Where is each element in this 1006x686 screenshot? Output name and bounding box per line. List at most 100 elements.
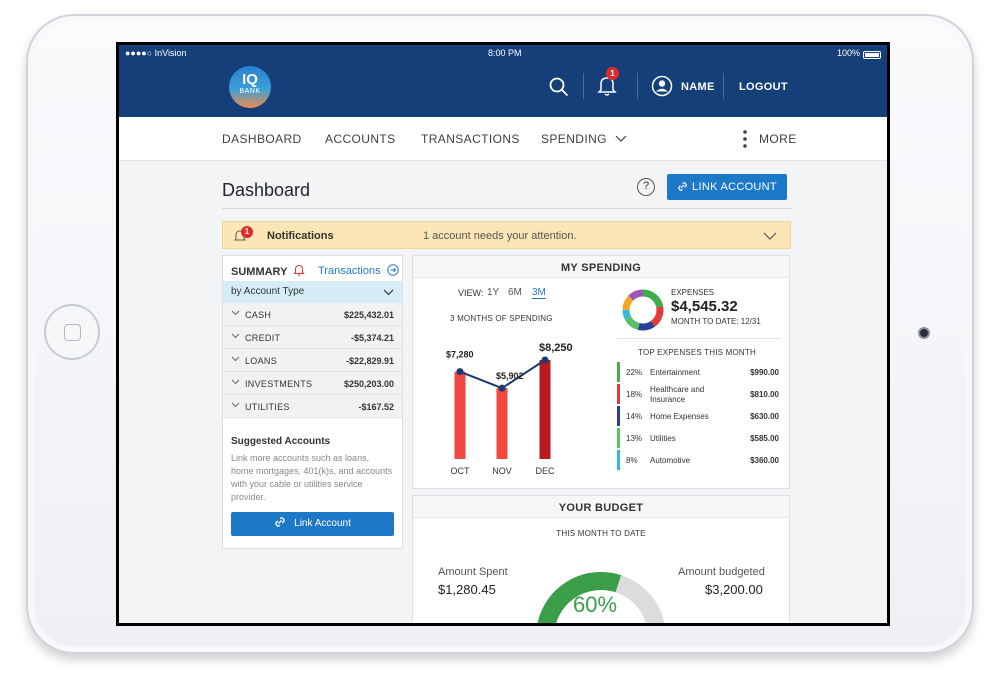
help-icon[interactable]: ? xyxy=(637,178,655,196)
expense-category-row[interactable]: 8% Automotive $360.00 xyxy=(617,450,783,470)
account-name: CREDIT xyxy=(245,333,281,343)
expenses-label: EXPENSES xyxy=(671,288,715,297)
arrow-right-circle-icon xyxy=(386,264,399,276)
spending-point-nov xyxy=(498,384,506,392)
category-name: Home Expenses xyxy=(650,412,709,421)
category-color-bar xyxy=(617,428,620,448)
spending-point-dec xyxy=(541,356,549,364)
account-type-label: by Account Type xyxy=(231,286,305,297)
clock: 8:00 PM xyxy=(488,48,522,58)
category-amount: $990.00 xyxy=(750,368,779,377)
category-color-bar xyxy=(617,450,620,470)
screen: ●●●●○ InVision 8:00 PM 100% IQ BANK 1 NA… xyxy=(116,42,890,626)
category-name: Entertainment xyxy=(650,368,700,377)
link-icon xyxy=(275,517,285,527)
home-button[interactable] xyxy=(44,304,100,360)
summary-title: SUMMARY xyxy=(231,264,306,278)
link-icon xyxy=(678,182,687,191)
bank-logo[interactable]: IQ BANK xyxy=(229,66,271,108)
spending-month-label: OCT xyxy=(451,466,471,476)
account-name: LOANS xyxy=(245,356,278,366)
account-name: CASH xyxy=(245,310,272,320)
account-name: UTILITIES xyxy=(245,402,290,412)
account-row-cash[interactable]: CASH $225,432.01 xyxy=(223,303,402,326)
account-row-credit[interactable]: CREDIT -$5,374.21 xyxy=(223,326,402,349)
chevron-down-icon xyxy=(231,333,240,339)
spending-bar-oct[interactable] xyxy=(454,371,466,459)
summary-panel: SUMMARY Transactions by Account Type CAS… xyxy=(222,255,403,549)
category-percent: 8% xyxy=(626,456,638,465)
account-row-investments[interactable]: INVESTMENTS $250,203.00 xyxy=(223,372,402,395)
category-amount: $810.00 xyxy=(750,390,779,399)
spending-point-oct xyxy=(456,368,464,376)
spending-divider xyxy=(617,338,781,339)
spending-month-label: NOV xyxy=(492,466,512,476)
nav-transactions[interactable]: TRANSACTIONS xyxy=(421,132,520,146)
link-account-secondary-label: Link Account xyxy=(294,518,351,529)
chevron-down-icon xyxy=(615,135,627,142)
nav-more[interactable]: MORE xyxy=(759,132,797,146)
bell-alert-icon[interactable] xyxy=(293,264,306,276)
search-icon[interactable] xyxy=(549,77,569,97)
account-row-loans[interactable]: LOANS -$22,829.91 xyxy=(223,349,402,372)
suggested-accounts-text: Link more accounts such as loans, home m… xyxy=(231,453,393,502)
nav-spending[interactable]: SPENDING xyxy=(541,132,627,146)
account-balance: $250,203.00 xyxy=(343,379,394,389)
spending-value-label: $7,280 xyxy=(446,350,474,360)
page-title: Dashboard xyxy=(222,180,311,200)
link-account-secondary-button[interactable]: Link Account xyxy=(231,512,394,536)
suggested-accounts-title: Suggested Accounts xyxy=(231,436,331,447)
expenses-donut-icon xyxy=(622,289,664,331)
link-account-button[interactable]: LINK ACCOUNT xyxy=(667,174,787,200)
user-avatar-icon[interactable] xyxy=(651,75,673,97)
header-divider xyxy=(637,73,638,99)
amount-budgeted-value: $3,200.00 xyxy=(705,582,763,597)
link-account-label: LINK ACCOUNT xyxy=(692,181,777,193)
expense-category-row[interactable]: 22% Entertainment $990.00 xyxy=(617,362,783,382)
expense-category-row[interactable]: 14% Home Expenses $630.00 xyxy=(617,406,783,426)
nav-dashboard[interactable]: DASHBOARD xyxy=(222,132,302,146)
category-name: Automotive xyxy=(650,456,691,465)
account-balance: -$167.52 xyxy=(358,402,394,412)
top-bar: IQ BANK 1 NAME LOGOUT xyxy=(119,61,887,117)
account-balance: $225,432.01 xyxy=(343,310,394,320)
logo-text-bank: BANK xyxy=(239,88,261,95)
battery-icon xyxy=(863,51,882,59)
amount-spent-value: $1,280.45 xyxy=(438,582,496,597)
notifications-count-badge: 1 xyxy=(241,226,253,238)
account-row-utilities[interactable]: UTILITIES -$167.52 xyxy=(223,395,402,418)
your-budget-card: YOUR BUDGET THIS MONTH TO DATE Amount Sp… xyxy=(412,495,790,623)
chevron-down-icon[interactable] xyxy=(763,232,777,240)
account-type-selector[interactable]: by Account Type xyxy=(223,281,402,303)
category-percent: 14% xyxy=(626,412,643,421)
category-amount: $360.00 xyxy=(750,456,779,465)
chevron-down-icon xyxy=(231,379,240,385)
amount-spent-label: Amount Spent xyxy=(438,566,508,578)
spending-bar-dec[interactable] xyxy=(539,360,551,459)
spending-value-label: $8,250 xyxy=(539,342,573,354)
battery-percent: 100% xyxy=(837,48,861,58)
nav-accounts[interactable]: ACCOUNTS xyxy=(325,132,396,146)
category-name: Healthcare and Insurance xyxy=(650,385,705,404)
logout-link[interactable]: LOGOUT xyxy=(739,81,788,93)
account-balance: -$5,374.21 xyxy=(350,333,394,343)
user-name[interactable]: NAME xyxy=(681,81,715,93)
expenses-total: $4,545.32 xyxy=(671,298,738,315)
carrier-label: ●●●●○ InVision xyxy=(125,48,187,58)
category-amount: $630.00 xyxy=(750,412,779,421)
expense-category-row[interactable]: 13% Utilities $585.00 xyxy=(617,428,783,448)
more-vertical-icon[interactable] xyxy=(743,130,747,148)
title-divider xyxy=(222,208,791,209)
app-viewport: ●●●●○ InVision 8:00 PM 100% IQ BANK 1 NA… xyxy=(119,45,887,623)
category-name: Utilities xyxy=(650,434,676,443)
transactions-link[interactable]: Transactions xyxy=(318,264,399,277)
expense-category-row[interactable]: 18% Healthcare and Insurance $810.00 xyxy=(617,384,783,404)
notifications-bar[interactable]: 1 Notifications 1 account needs your att… xyxy=(222,221,791,249)
header-divider xyxy=(583,73,584,99)
battery-status: 100% xyxy=(837,48,882,59)
category-color-bar xyxy=(617,362,620,382)
spending-month-label: DEC xyxy=(535,466,555,476)
category-amount: $585.00 xyxy=(750,434,779,443)
chevron-down-icon xyxy=(231,402,240,408)
spending-bar-nov[interactable] xyxy=(496,388,508,459)
